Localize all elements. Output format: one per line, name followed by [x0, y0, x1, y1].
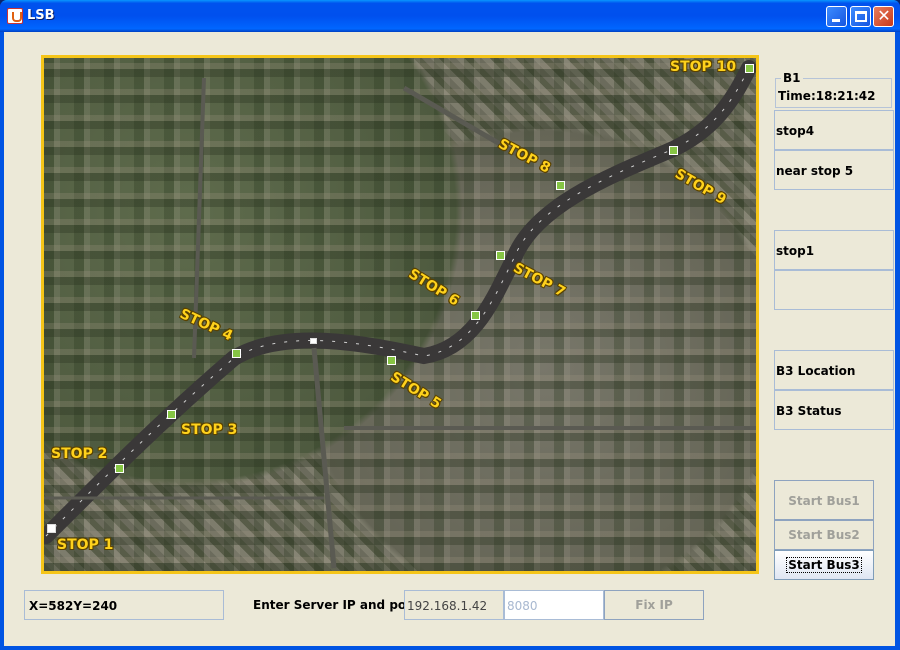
stop-3-label: STOP 3 [181, 422, 238, 438]
start-bus1-button[interactable]: Start Bus1 [774, 480, 874, 520]
bus2-location: stop1 [774, 230, 894, 270]
stop-1-label: STOP 1 [57, 537, 114, 553]
b1-time: Time:18:21:42 [778, 89, 876, 103]
stop-10-marker[interactable] [745, 64, 754, 73]
stop-10-label: STOP 10 [670, 59, 737, 75]
bus3-location: B3 Location [774, 350, 894, 390]
bus-route-road [44, 60, 756, 569]
bus3-status: B3 Status [774, 390, 894, 430]
stop-3-marker[interactable] [167, 410, 176, 419]
start-bus3-label: Start Bus3 [786, 557, 862, 573]
bus1-location: stop4 [774, 110, 894, 150]
bus2-status [774, 270, 894, 310]
server-label: Enter Server IP and port: [253, 598, 423, 612]
start-bus3-button[interactable]: Start Bus3 [774, 550, 874, 580]
stop-4-marker[interactable] [232, 349, 241, 358]
stop-5-marker[interactable] [387, 356, 396, 365]
stop-9-marker[interactable] [669, 146, 678, 155]
bus-marker [310, 338, 317, 344]
coordinate-readout: X=582Y=240 [24, 590, 224, 620]
bus1-status: near stop 5 [774, 150, 894, 190]
stop-8-marker[interactable] [556, 181, 565, 190]
fix-ip-button[interactable]: Fix IP [604, 590, 704, 620]
satellite-map[interactable]: STOP 1 STOP 2 STOP 3 STOP 4 STOP 5 STOP … [41, 55, 759, 574]
ip-field[interactable]: 192.168.1.42 [404, 590, 504, 620]
stop-6-marker[interactable] [471, 311, 480, 320]
stop-1-marker[interactable] [47, 524, 56, 533]
stop-7-marker[interactable] [496, 251, 505, 260]
b1-legend: B1 [781, 71, 803, 85]
port-field[interactable]: 8080 [504, 590, 604, 620]
start-bus2-button[interactable]: Start Bus2 [774, 520, 874, 550]
stop-2-marker[interactable] [115, 464, 124, 473]
stop-2-label: STOP 2 [51, 446, 108, 462]
